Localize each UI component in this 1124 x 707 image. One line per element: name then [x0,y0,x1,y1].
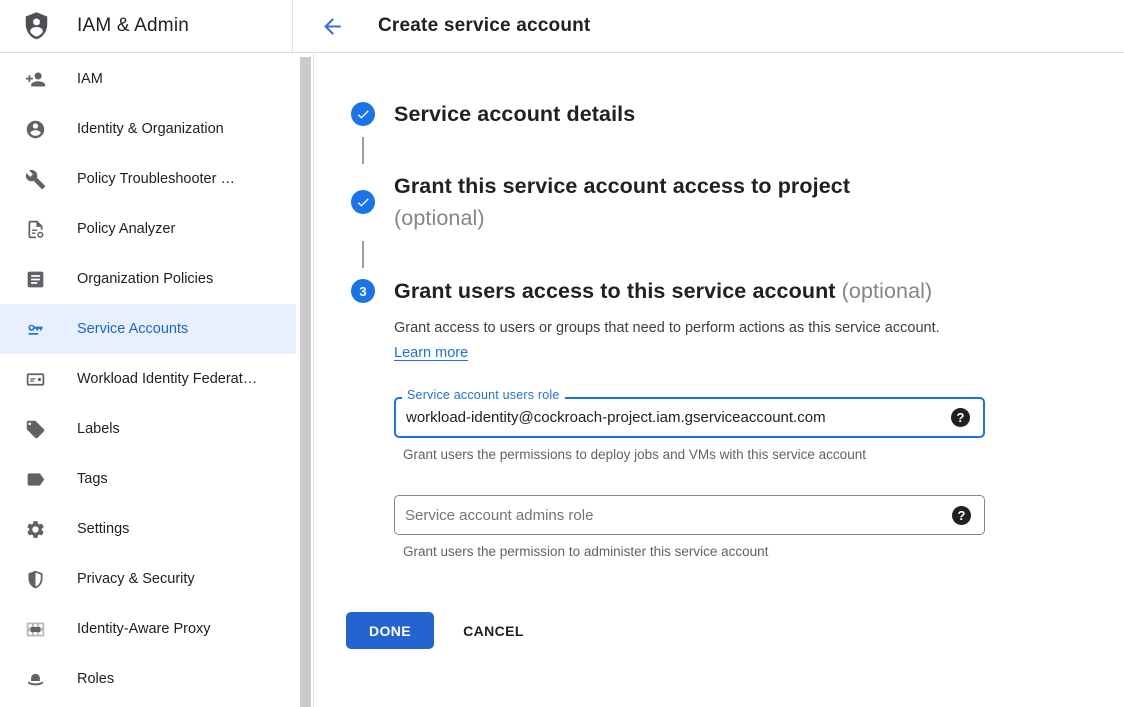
person-add-icon [25,69,46,90]
sidebar-item-label: Roles [77,671,114,687]
gear-icon [25,519,46,540]
sidebar-item-label: Service Accounts [77,321,188,337]
sidebar-item-identity-aware-proxy[interactable]: Identity-Aware Proxy [0,604,296,654]
sidebar-item-label: Tags [77,471,108,487]
sidebar-item-privacy-security[interactable]: Privacy & Security [0,554,296,604]
done-button[interactable]: DONE [346,612,434,649]
stepper: Service account details Grant this servi… [314,54,1124,649]
step-3-optional-label: (optional) [842,279,933,303]
badge-card-icon [25,369,46,390]
policy-analyzer-icon [25,219,46,240]
form-actions: DONE CANCEL [346,612,985,649]
help-icon[interactable]: ? [951,408,970,427]
page-title: Create service account [378,15,590,37]
sidebar-item-label: Identity & Organization [77,121,224,137]
label-tag-icon [25,419,46,440]
step-2-grant-access-to-project: Grant this service account access to pro… [314,170,1124,234]
shield-half-icon [25,569,46,590]
service-account-admins-role-textbox[interactable]: ? [394,495,985,535]
back-arrow-icon[interactable] [319,13,345,39]
service-account-users-role-textbox[interactable]: ? [394,397,985,438]
sidebar-item-tags[interactable]: Tags [0,454,296,504]
sidebar-item-label: Policy Troubleshooter … [77,171,235,187]
step-1-title: Service account details [394,102,635,126]
service-account-users-role-field: Service account users role ? [394,397,985,438]
step-3-number-badge: 3 [351,279,375,303]
app-title: IAM & Admin [77,15,189,37]
sidebar-item-label: Workload Identity Federat… [77,371,257,387]
step-1-check-icon [351,102,375,126]
wrench-icon [25,169,46,190]
sidebar-item-label: Labels [77,421,120,437]
step-3-grant-users-access: 3 Grant users access to this service acc… [314,276,1124,649]
sidebar-item-label: Policy Analyzer [77,221,175,237]
step-1-service-account-details: Service account details [314,98,1124,130]
sidebar-item-service-accounts[interactable]: Service Accounts [0,304,296,354]
iam-shield-logo-icon [22,11,51,42]
sidebar-scrollbar-thumb[interactable] [300,57,311,707]
page-header: Create service account [293,0,1124,52]
step-connector [362,137,364,164]
sidebar-item-workload-identity-federation[interactable]: Workload Identity Federat… [0,354,296,404]
article-icon [25,269,46,290]
service-account-users-role-input[interactable] [406,409,951,426]
sidebar-item-label: Identity-Aware Proxy [77,621,211,637]
users-role-helper-text: Grant users the permissions to deploy jo… [394,447,985,462]
sidebar-item-identity-organization[interactable]: Identity & Organization [0,104,296,154]
sidebar-item-label: Organization Policies [77,271,213,287]
step-3-heading: Grant users access to this service accou… [394,276,985,306]
admins-role-helper-text: Grant users the permission to administer… [394,544,985,559]
sidebar-header: IAM & Admin [0,0,293,52]
help-icon[interactable]: ? [952,506,971,525]
learn-more-link[interactable]: Learn more [394,345,468,361]
step-3-description: Grant access to users or groups that nee… [394,316,951,366]
sidebar-scrollbar[interactable] [300,57,311,707]
create-service-account-form: Service account details Grant this servi… [314,54,1124,707]
tag-arrow-icon [25,469,46,490]
hat-icon [25,669,46,690]
sidebar-item-roles[interactable]: Roles [0,654,296,704]
sidebar-item-iam[interactable]: IAM [0,54,296,104]
field-floating-label: Service account users role [402,388,565,402]
step-3-title: Grant users access to this service accou… [394,279,836,303]
step-2-check-icon [351,190,375,214]
sidebar-item-label: Privacy & Security [77,571,195,587]
sidebar-nav: IAM Identity & Organization Policy Troub… [0,54,314,707]
sidebar-item-labels[interactable]: Labels [0,404,296,454]
top-bar: IAM & Admin Create service account [0,0,1124,53]
sidebar-item-policy-analyzer[interactable]: Policy Analyzer [0,204,296,254]
step-connector [362,241,364,268]
sidebar-item-label: IAM [77,71,103,87]
service-account-admins-role-input[interactable] [405,507,952,524]
step-2-optional-label: (optional) [394,202,850,234]
service-account-icon [25,319,46,340]
sidebar-item-organization-policies[interactable]: Organization Policies [0,254,296,304]
sidebar-item-settings[interactable]: Settings [0,504,296,554]
proxy-frame-icon [25,619,46,640]
sidebar-item-label: Settings [77,521,129,537]
sidebar-item-policy-troubleshooter[interactable]: Policy Troubleshooter … [0,154,296,204]
step-3-number: 3 [359,284,366,299]
account-circle-icon [25,119,46,140]
cancel-button[interactable]: CANCEL [463,623,524,639]
step-2-title: Grant this service account access to pro… [394,170,850,202]
iam-admin-app: IAM & Admin Create service account IAM I… [0,0,1124,707]
service-account-admins-role-field: ? [394,495,985,535]
